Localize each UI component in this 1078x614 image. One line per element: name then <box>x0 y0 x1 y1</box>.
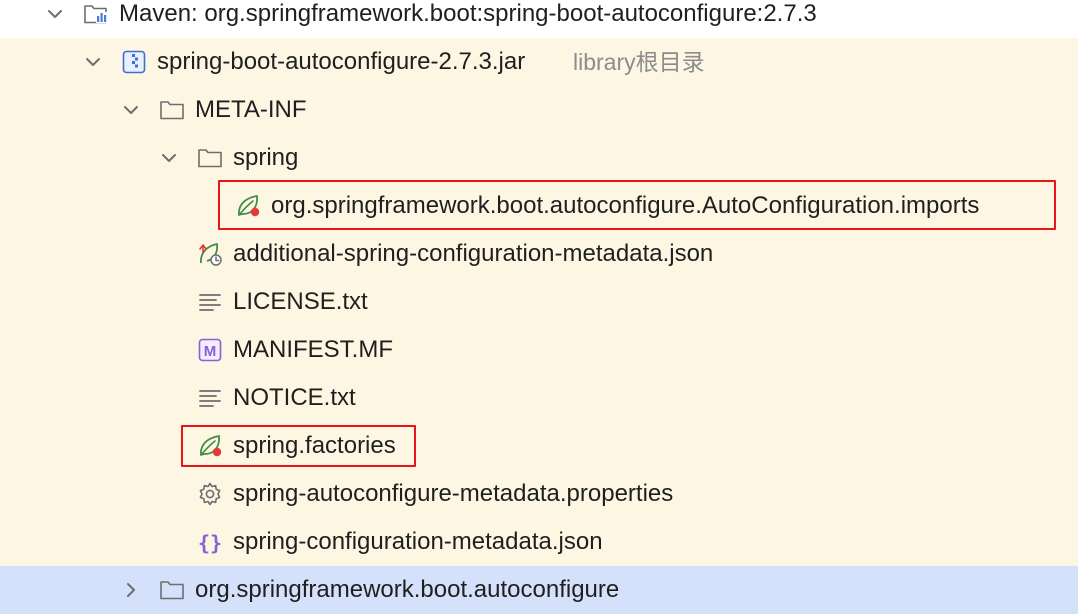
tree-item-label: MANIFEST.MF <box>233 336 393 363</box>
svg-text:{}: {} <box>198 531 222 555</box>
folder-icon <box>160 581 184 600</box>
json-braces-icon: {} <box>198 531 222 555</box>
tree-item-label: org.springframework.boot.autoconfigure <box>195 576 620 603</box>
chevron-down-icon[interactable] <box>121 100 141 120</box>
tree-row-spring-folder[interactable]: spring <box>0 134 1078 182</box>
chevron-down-icon[interactable] <box>159 148 179 168</box>
tree-item-label: spring <box>233 144 299 171</box>
tree-item-label: Maven: org.springframework.boot:spring-b… <box>119 0 817 27</box>
tree-row-configuration-metadata-json[interactable]: {} spring-configuration-metadata.json <box>0 518 1078 566</box>
chevron-down-icon[interactable] <box>83 52 103 72</box>
tree-row-manifest-mf[interactable]: M MANIFEST.MF <box>0 326 1078 374</box>
tree-row-additional-metadata-json[interactable]: additional-spring-configuration-metadata… <box>0 230 1078 278</box>
highlight-box-spring-factories <box>181 425 416 467</box>
tree-row-meta-inf[interactable]: META-INF <box>0 86 1078 134</box>
tree-item-label: spring-configuration-metadata.json <box>233 528 603 555</box>
folder-icon <box>198 149 222 168</box>
tree-item-label: NOTICE.txt <box>233 384 356 411</box>
tree-row-autoconfigure-package[interactable]: org.springframework.boot.autoconfigure <box>0 566 1078 614</box>
tree-row-jar[interactable]: spring-boot-autoconfigure-2.7.3.jar libr… <box>0 38 1078 86</box>
svg-text:M: M <box>204 343 217 360</box>
tree-row-license-txt[interactable]: LICENSE.txt <box>0 278 1078 326</box>
tree-row-spring-factories[interactable]: spring.factories <box>0 422 1078 470</box>
tree-item-label: additional-spring-configuration-metadata… <box>233 240 714 267</box>
text-file-icon <box>199 390 221 407</box>
highlight-box-autoconfiguration-imports <box>218 180 1056 230</box>
text-file-icon <box>199 294 221 311</box>
tree-item-label: spring-boot-autoconfigure-2.7.3.jar <box>157 48 526 75</box>
gear-icon <box>199 482 221 506</box>
project-tree: Maven: org.springframework.boot:spring-b… <box>0 0 1078 614</box>
library-root-hint: library根目录 <box>573 49 705 75</box>
folder-icon <box>160 101 184 120</box>
jar-archive-icon <box>122 50 146 74</box>
spring-metadata-json-icon <box>199 243 222 266</box>
tree-row-notice-txt[interactable]: NOTICE.txt <box>0 374 1078 422</box>
chevron-down-icon[interactable] <box>45 4 65 24</box>
library-folder-icon <box>84 5 107 24</box>
chevron-right-icon[interactable] <box>121 580 141 600</box>
tree-item-label: META-INF <box>195 96 307 123</box>
manifest-icon: M <box>198 338 222 362</box>
tree-row-autoconfigure-metadata-properties[interactable]: spring-autoconfigure-metadata.properties <box>0 470 1078 518</box>
tree-item-label: spring-autoconfigure-metadata.properties <box>233 480 674 507</box>
tree-item-label: LICENSE.txt <box>233 288 368 315</box>
tree-row-maven-library[interactable]: Maven: org.springframework.boot:spring-b… <box>0 0 1078 38</box>
